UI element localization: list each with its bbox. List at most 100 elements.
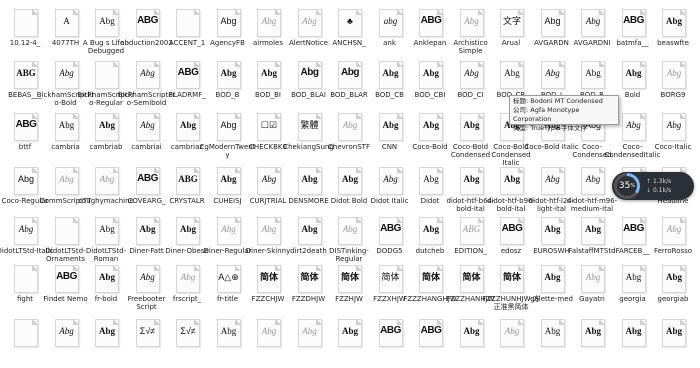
font-file-item[interactable]: ABG bttf — [2, 110, 48, 162]
font-file-item[interactable]: Abg BOD_CB — [367, 58, 413, 110]
font-file-item[interactable]: Abg ChevronSTF — [326, 110, 372, 162]
font-file-item[interactable]: 繁體 ChekiangSung — [283, 110, 334, 162]
font-file-item[interactable]: Abg — [83, 316, 129, 368]
font-file-item[interactable]: Abg CNN — [367, 110, 413, 162]
font-file-item[interactable]: Abg georgiab — [650, 262, 696, 314]
font-file-item[interactable]: Abg dutcheb — [407, 214, 453, 266]
font-file-item[interactable]: ABG EDITION_ — [448, 214, 494, 266]
font-file-item[interactable]: Abg DISTinking-Regular — [326, 214, 372, 266]
font-file-item[interactable]: Abg airmoles — [245, 6, 291, 58]
font-file-item[interactable]: Abg DidotLTStd-Roman — [83, 214, 129, 266]
font-file-item[interactable]: ABG edosz — [488, 214, 534, 266]
font-preview-glyph: Abg — [545, 174, 560, 184]
font-file-item[interactable]: ABG DODG5 — [367, 214, 413, 266]
font-file-item[interactable]: Abg galette-med — [529, 262, 575, 314]
font-file-item[interactable]: Abg Diner-Fatt — [124, 214, 170, 266]
font-file-icon: Abg — [216, 61, 241, 89]
font-file-item[interactable]: Abg BORG9 — [650, 58, 696, 110]
font-file-item[interactable]: ABG BLADRMF_ — [164, 58, 210, 110]
font-file-item[interactable]: abg ank — [367, 6, 413, 58]
font-file-item[interactable] — [2, 316, 48, 368]
font-info-tooltip: 标题: Bodoni MT Condensed 公司: Agfa Monotyp… — [509, 95, 619, 132]
font-file-item[interactable]: 文字 Arual — [488, 6, 534, 58]
font-file-item[interactable]: Abg — [286, 316, 332, 368]
font-file-item[interactable]: Abg CUHEISJ — [205, 164, 251, 216]
font-file-item[interactable]: Abg Didot Italic — [367, 164, 413, 216]
font-file-item[interactable]: ABG CRYSTALR — [164, 164, 210, 216]
font-file-item[interactable]: Abg Diner-Regular — [204, 214, 251, 266]
font-file-item[interactable]: fight — [2, 262, 48, 314]
font-file-item[interactable]: Abg didot-htf-m96-medium-ital — [567, 164, 617, 216]
font-file-item[interactable]: Abg DENSMORE — [286, 164, 332, 216]
font-file-item[interactable]: Abg Gayatri — [569, 262, 615, 314]
font-file-item[interactable]: Abg Diner-Skinny — [245, 214, 291, 266]
font-file-item[interactable]: Abg EUROSWH — [529, 214, 575, 266]
font-file-item[interactable]: Abg CommScriptTT — [40, 164, 91, 216]
font-file-item[interactable]: Abg — [650, 316, 696, 368]
font-file-item[interactable]: ABG Findet Nemo — [43, 262, 89, 314]
font-file-item[interactable]: ABG abduction2002 — [120, 6, 173, 58]
font-file-item[interactable]: Abg BOD_B — [205, 58, 251, 110]
font-file-item[interactable]: Abg — [245, 316, 291, 368]
font-file-item[interactable]: Abg BOD_BLAR — [326, 58, 372, 110]
font-file-item[interactable]: A△⊕ fr-title — [205, 262, 251, 314]
font-file-item[interactable]: 简体 FZZXHJW — [367, 262, 413, 314]
font-file-item[interactable]: Abg Archistico Simple — [448, 6, 494, 58]
font-file-item[interactable]: ABG COVEARG_ — [124, 164, 170, 216]
font-file-item[interactable]: Abg CgModernTwenty — [200, 110, 255, 162]
font-file-item[interactable]: Abg BOD_CI — [448, 58, 494, 110]
font-file-item[interactable]: 简体 FZZHJW — [326, 262, 372, 314]
font-file-item[interactable]: Abg — [529, 316, 575, 368]
font-file-item[interactable]: Abg cambria — [43, 110, 89, 162]
font-file-item[interactable]: 10.12-4_ — [2, 6, 48, 58]
font-file-item[interactable]: Abg — [488, 316, 534, 368]
font-file-item[interactable]: ♣ ANCHSN_ — [326, 6, 372, 58]
font-file-item[interactable]: Abg AVGARDNI — [569, 6, 615, 58]
font-file-item[interactable]: Σ√≠ — [164, 316, 210, 368]
font-file-item[interactable]: Abg AVGARDN — [529, 6, 575, 58]
font-file-item[interactable]: ABG batmfa__ — [610, 6, 656, 58]
font-file-item[interactable]: ACCENT_1 — [164, 6, 210, 58]
font-file-item[interactable]: Abg frscript_ — [164, 262, 210, 314]
font-file-item[interactable]: Abg — [448, 316, 494, 368]
font-file-name: FerroRosso — [653, 247, 693, 255]
font-file-item[interactable]: Abg BOD_CBI — [407, 58, 453, 110]
font-file-item[interactable]: 简体 FZZZHANGHJW — [403, 262, 457, 314]
font-file-item[interactable]: Abg — [205, 316, 251, 368]
font-file-item[interactable]: ABG FARCEB__ — [610, 214, 656, 266]
font-file-item[interactable]: Abg cambriab — [83, 110, 129, 162]
font-file-item[interactable]: Abg FerroRosso — [650, 214, 696, 266]
font-file-item[interactable]: Abg A Bug s Life - Debugged — [83, 6, 129, 58]
font-file-item[interactable]: Abg Coco-Regular — [2, 164, 48, 216]
font-file-item[interactable]: Abg cambriai — [124, 110, 170, 162]
font-file-item[interactable]: Abg Didot Bold — [326, 164, 372, 216]
network-speed-widget[interactable]: 35% ↑ 1.3k/s ↓ 0.1k/s — [612, 172, 694, 200]
font-file-icon: Abg — [459, 113, 484, 141]
font-file-item[interactable]: Abg BOD_BI — [245, 58, 291, 110]
font-file-item[interactable]: ABG — [407, 316, 453, 368]
font-file-item[interactable]: Abg beaswfte — [650, 6, 696, 58]
font-file-item[interactable]: Abg — [610, 316, 656, 368]
font-file-item[interactable]: Abg Freebooter Script — [124, 262, 170, 314]
font-file-item[interactable]: 简体 FZZDHJW — [286, 262, 332, 314]
font-file-item[interactable]: 简体 FZZCHJW — [245, 262, 291, 314]
font-file-item[interactable]: Σ√≠ — [124, 316, 170, 368]
font-file-item[interactable]: Abg — [326, 316, 372, 368]
font-file-item[interactable]: Abg AlertNotice — [286, 6, 332, 58]
font-file-item[interactable]: Abg — [569, 316, 615, 368]
font-file-item[interactable]: Abg Diner-Obese — [164, 214, 210, 266]
font-file-icon: Abg — [135, 217, 160, 245]
font-file-item[interactable]: Abg BickhamScriptPro-Semibold — [118, 58, 175, 110]
font-preview-glyph: Abg — [99, 224, 115, 234]
font-file-item[interactable]: Abg CURJTRIAL — [245, 164, 291, 216]
font-file-item[interactable]: 简体 FZZZHUNHJW-方正准黑简体 — [482, 262, 540, 314]
font-file-item[interactable]: Abg coughymachine — [78, 164, 134, 216]
font-file-item[interactable]: Abg — [43, 316, 89, 368]
font-file-item[interactable]: Abg BOD_BLAI — [286, 58, 332, 110]
font-file-item[interactable]: Abg georgia — [610, 262, 656, 314]
font-file-item[interactable]: ☐☑ CHECKBK0 — [245, 110, 291, 162]
font-file-item[interactable]: Abg AgencyFB — [205, 6, 251, 58]
font-file-item[interactable]: Abg FalstaffMTStd — [568, 214, 616, 266]
font-file-item[interactable]: ABG — [367, 316, 413, 368]
font-file-item[interactable]: Abg Coco-Italic — [650, 110, 696, 162]
